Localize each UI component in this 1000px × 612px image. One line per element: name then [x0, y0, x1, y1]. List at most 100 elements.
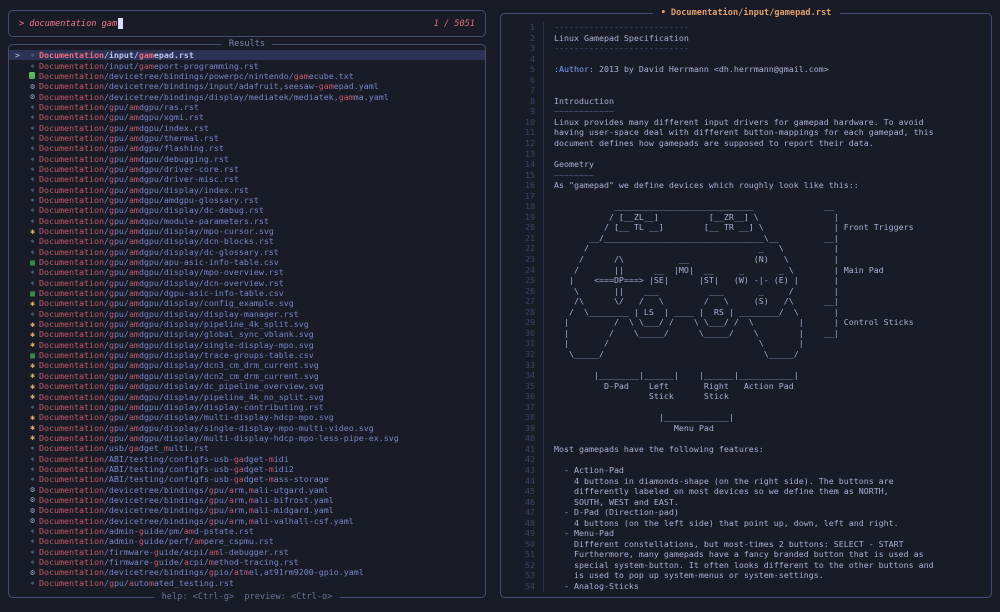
line-number: 33	[501, 359, 544, 371]
result-row[interactable]: ▦ Documentation/gpu/amdgpu/apu-asic-info-…	[9, 257, 485, 267]
results-list[interactable]: > ✱ Documentation/input/gamepad.rst ✱ Docum…	[9, 50, 485, 588]
selection-pointer-icon	[15, 288, 26, 298]
result-row[interactable]: ✱ Documentation/gpu/amdgpu/display/multi-…	[9, 433, 485, 443]
result-row[interactable]: ✱ Documentation/gpu/amdgpu/display/multi-…	[9, 412, 485, 422]
result-row[interactable]: ✱ Documentation/gpu/amdgpu/display/global…	[9, 329, 485, 339]
line-number: 16	[501, 180, 544, 191]
preview-line: 18 ____________________________ __	[501, 201, 991, 212]
result-row[interactable]: ⚙ Documentation/devicetree/bindings/gpu/a…	[9, 495, 485, 505]
result-row[interactable]: ⚙ Documentation/devicetree/bindings/gpu/a…	[9, 505, 485, 515]
preview-line: 34 |________|______| |______|___________…	[501, 370, 991, 381]
result-row[interactable]: ✱ Documentation/gpu/amdgpu/display/dcn-ov…	[9, 278, 485, 288]
result-path: Documentation/ABI/testing/configfs-usb-g…	[39, 474, 329, 485]
result-row[interactable]: ✱ Documentation/admin-guide/perf/ampere_c…	[9, 536, 485, 546]
code-text: ---------------------------	[554, 22, 689, 32]
preview-line: 37	[501, 401, 991, 413]
preview-title: • Documentation/input/gamepad.rst	[652, 8, 840, 18]
result-row[interactable]: ✱ Documentation/gpu/amdgpu/display/single…	[9, 422, 485, 433]
result-row[interactable]: ✱ Documentation/gpu/amdgpu/ras.rst	[9, 102, 485, 112]
result-path: Documentation/gpu/amdgpu/display/display…	[39, 401, 324, 412]
result-row[interactable]: ✱ Documentation/gpu/amdgpu/display/pipeli…	[9, 391, 485, 402]
result-row[interactable]: ⚙ Documentation/devicetree/bindings/gpio/…	[9, 567, 485, 577]
line-number: 15	[501, 169, 544, 181]
result-row[interactable]: ✱ Documentation/gpu/amdgpu/display/displa…	[9, 402, 485, 412]
result-path: Documentation/admin-guide/perf/ampere_cs…	[39, 536, 274, 547]
result-path: Documentation/devicetree/bindings/gpu/ar…	[39, 515, 354, 526]
result-row[interactable]: ✱ Documentation/gpu/amdgpu/driver-misc.rs…	[9, 174, 485, 184]
result-row[interactable]: ✱ Documentation/gpu/amdgpu/display/index.…	[9, 184, 485, 195]
preview-line: 33	[501, 359, 991, 371]
result-row[interactable]: ✱ Documentation/gpu/automated_testing.rst	[9, 578, 485, 588]
result-row[interactable]: ⚙ Documentation/devicetree/bindings/gpu/a…	[9, 515, 485, 526]
result-row[interactable]: ✱ Documentation/firmware-guide/acpi/metho…	[9, 557, 485, 567]
selection-pointer-icon	[15, 309, 26, 319]
result-row[interactable]: ⚙ Documentation/devicetree/bindings/displ…	[9, 91, 485, 102]
line-number: 8	[501, 95, 544, 107]
line-number: 52	[501, 559, 544, 571]
preview-line: 28 / \________ | LS | ____ | RS | ______…	[501, 306, 991, 318]
code-text: 4 buttons (on the left side) that point …	[554, 517, 899, 528]
result-row[interactable]: ✱ Documentation/gpu/amdgpu/display/dcn3_c…	[9, 360, 485, 370]
result-path: Documentation/firmware-guide/acpi/method…	[39, 557, 299, 568]
result-path: Documentation/gpu/amdgpu/dgpu-asic-info-…	[39, 288, 284, 299]
result-row[interactable]: ✱ Documentation/ABI/testing/configfs-usb-…	[9, 464, 485, 474]
svg-file-icon: ✱	[30, 381, 35, 391]
svg-file-icon: ✱	[30, 298, 35, 308]
result-row[interactable]: ✱ Documentation/gpu/amdgpu/display/dc-glo…	[9, 247, 485, 257]
result-row[interactable]: ▦ Documentation/gpu/amdgpu/display/trace-…	[9, 350, 485, 360]
csv-file-icon: ▦	[30, 350, 35, 360]
line-number: 4	[501, 53, 544, 65]
code-text: / \________ | LS | ____ | RS | ________/…	[554, 306, 839, 317]
result-path: Documentation/devicetree/bindings/gpu/ar…	[39, 505, 334, 516]
result-row[interactable]: ✱ Documentation/gpu/amdgpu/flashing.rst	[9, 143, 485, 153]
code-text: | / \ \___/ / \ \___/ / \ | | Control St…	[554, 317, 914, 328]
result-row[interactable]: ✱ Documentation/gpu/amdgpu/debugging.rst	[9, 153, 485, 164]
result-counter: 1 / 5051	[433, 18, 475, 29]
result-path: Documentation/usb/gadget_multi.rst	[39, 443, 209, 454]
result-row[interactable]: ✱ Documentation/gpu/amdgpu/driver-core.rs…	[9, 164, 485, 174]
result-row[interactable]: ✱ Documentation/firmware-guide/acpi/aml-d…	[9, 547, 485, 557]
result-row[interactable]: ✱ Documentation/gpu/amdgpu/display/displa…	[9, 309, 485, 319]
result-row[interactable]: ✱ Documentation/ABI/testing/configfs-usb-…	[9, 453, 485, 464]
result-row[interactable]: ✱ Documentation/gpu/amdgpu/display/single…	[9, 340, 485, 350]
rst-file-icon: ✱	[30, 61, 35, 70]
result-row[interactable]: ✱ Documentation/gpu/amdgpu/display/dc_pip…	[9, 381, 485, 391]
result-row[interactable]: ✱ Documentation/gpu/amdgpu/display/pipeli…	[9, 319, 485, 329]
result-row[interactable]: ✱ Documentation/gpu/amdgpu/display/mpo-ov…	[9, 267, 485, 277]
selection-pointer-icon	[15, 402, 26, 412]
result-row[interactable]: ✱ Documentation/gpu/amdgpu/amdgpu-glossar…	[9, 195, 485, 205]
result-row[interactable]: > ✱ Documentation/input/gamepad.rst	[9, 50, 485, 61]
result-row[interactable]: ✱ Documentation/input/gameport-programmin…	[9, 60, 485, 71]
preview-panel[interactable]: • Documentation/input/gamepad.rst 1 ------…	[500, 8, 992, 598]
result-row[interactable]: ✱ Documentation/gpu/amdgpu/display/config…	[9, 298, 485, 308]
result-row[interactable]: ✱ Documentation/gpu/amdgpu/display/mpo-cu…	[9, 226, 485, 236]
result-row[interactable]: ▦ Documentation/gpu/amdgpu/dgpu-asic-info…	[9, 288, 485, 298]
code-text: is used to pop up system-menus or system…	[554, 570, 824, 581]
result-row[interactable]: ✱ Documentation/gpu/amdgpu/xgmi.rst	[9, 112, 485, 122]
result-row[interactable]: ✱ Documentation/gpu/amdgpu/display/dcn2_c…	[9, 371, 485, 381]
result-row[interactable]: ✱ Documentation/ABI/testing/configfs-usb-…	[9, 474, 485, 484]
result-row[interactable]: ✱ Documentation/usb/gadget_multi.rst	[9, 443, 485, 453]
result-row[interactable]: ✱ Documentation/gpu/amdgpu/index.rst	[9, 122, 485, 133]
code-text: SOUTH, WEST and EAST.	[554, 496, 679, 507]
result-path: Documentation/firmware-guide/acpi/aml-de…	[39, 546, 289, 557]
search-box[interactable]: > documentation gam 1 / 5051	[8, 10, 486, 37]
result-row[interactable]: ✱ Documentation/gpu/amdgpu/thermal.rst	[9, 133, 485, 143]
result-row[interactable]: ✱ Documentation/admin-guide/pm/amd-pstate…	[9, 526, 485, 536]
line-number: 54	[501, 580, 544, 592]
result-row[interactable]: ⚙ Documentation/devicetree/bindings/input…	[9, 81, 485, 91]
result-path: Documentation/gpu/amdgpu/flashing.rst	[39, 143, 224, 154]
search-input[interactable]: documentation gam	[29, 19, 117, 29]
result-row[interactable]: ✱ Documentation/gpu/amdgpu/display/dc-deb…	[9, 205, 485, 215]
line-number: 26	[501, 285, 544, 297]
result-row[interactable]: Documentation/devicetree/bindings/powerp…	[9, 71, 485, 81]
line-number: 49	[501, 528, 544, 539]
result-row[interactable]: ✱ Documentation/gpu/amdgpu/module-paramet…	[9, 216, 485, 226]
result-path: Documentation/gpu/amdgpu/display/single-…	[39, 422, 374, 433]
result-path: Documentation/gpu/amdgpu/thermal.rst	[39, 132, 219, 143]
preview-line: 7	[501, 85, 991, 96]
preview-line: 11 having user-space deal with different …	[501, 127, 991, 139]
result-row[interactable]: ✱ Documentation/gpu/amdgpu/display/dcn-bl…	[9, 236, 485, 246]
result-row[interactable]: ⚙ Documentation/devicetree/bindings/gpu/a…	[9, 484, 485, 495]
